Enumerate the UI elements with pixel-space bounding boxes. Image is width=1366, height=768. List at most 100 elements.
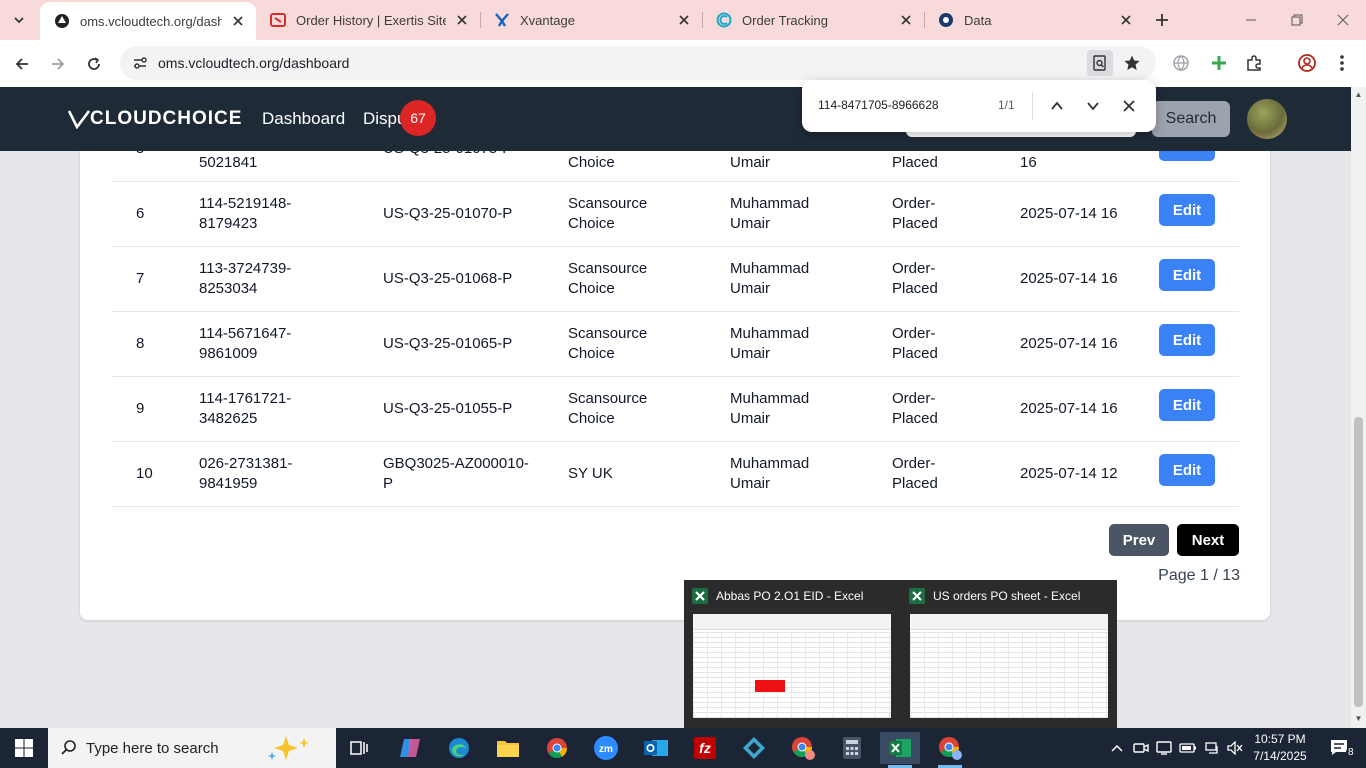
translate-icon[interactable] bbox=[1168, 50, 1194, 76]
next-page-button[interactable]: Next bbox=[1177, 524, 1239, 556]
prev-page-button[interactable]: Prev bbox=[1109, 524, 1169, 556]
find-in-page-icon[interactable] bbox=[1087, 50, 1113, 76]
notification-count: 8 bbox=[1346, 747, 1356, 758]
browser-menu-icon[interactable] bbox=[1329, 50, 1355, 76]
po-number: US-Q3-25-01055-P bbox=[383, 400, 513, 417]
minimize-button[interactable] bbox=[1236, 8, 1266, 32]
table-row: 9 114-1761721-3482625 US-Q3-25-01055-P S… bbox=[112, 377, 1239, 442]
date: 2025-07-14 16 bbox=[1020, 205, 1118, 222]
notification-center-button[interactable]: 8 bbox=[1320, 728, 1360, 768]
taskbar-search-placeholder: Type here to search bbox=[86, 739, 219, 757]
outlook-icon[interactable] bbox=[636, 732, 676, 764]
chrome-profile-icon[interactable] bbox=[783, 732, 823, 764]
edit-button[interactable]: Edit bbox=[1159, 389, 1215, 421]
preview-abbas-po[interactable]: Abbas PO 2.O1 EID - Excel bbox=[684, 580, 900, 728]
calculator-icon[interactable] bbox=[832, 732, 872, 764]
row-number: 8 bbox=[136, 335, 145, 352]
order-id: 113-3724739-8253034 bbox=[199, 260, 292, 297]
edge-icon[interactable] bbox=[439, 732, 479, 764]
tab-xvantage[interactable]: Xvantage bbox=[480, 0, 702, 40]
close-tab-icon[interactable] bbox=[898, 12, 914, 28]
tab-title: Order Tracking bbox=[742, 12, 828, 28]
display-icon[interactable] bbox=[1153, 728, 1175, 768]
close-tab-icon[interactable] bbox=[676, 12, 692, 28]
file-explorer-icon[interactable] bbox=[488, 732, 528, 764]
scroll-up-arrow-icon[interactable]: ▲ bbox=[1354, 90, 1363, 99]
status: Order-Placed bbox=[892, 325, 938, 362]
close-window-button[interactable] bbox=[1328, 8, 1358, 32]
po-number: US-Q3-25-01068-P bbox=[383, 270, 513, 287]
network-icon[interactable] bbox=[1201, 728, 1223, 768]
battery-icon[interactable] bbox=[1177, 728, 1199, 768]
edit-button[interactable]: Edit bbox=[1159, 259, 1215, 291]
tab-dashboard[interactable]: oms.vcloudtech.org/dashboard bbox=[40, 2, 256, 40]
address-bar[interactable]: oms.vcloudtech.org/dashboard bbox=[120, 46, 1156, 80]
preview-us-orders[interactable]: US orders PO sheet - Excel bbox=[901, 580, 1117, 728]
copilot-icon[interactable] bbox=[390, 732, 430, 764]
edit-button[interactable]: Edit bbox=[1159, 454, 1215, 486]
row-number: 5 bbox=[136, 151, 186, 181]
vendor: Scansource Choice bbox=[568, 260, 648, 297]
chrome-active-icon[interactable] bbox=[930, 732, 970, 768]
find-bar: 114-8471705-8966628 1/1 bbox=[802, 80, 1156, 132]
excel-taskbar-icon[interactable] bbox=[880, 732, 920, 768]
close-tab-icon[interactable] bbox=[1118, 12, 1134, 28]
close-tab-icon[interactable] bbox=[454, 12, 470, 28]
diamond-app-icon[interactable] bbox=[734, 732, 774, 764]
status: Placed bbox=[892, 154, 938, 171]
date: 2025-07-14 16 bbox=[1020, 400, 1118, 417]
volume-muted-icon[interactable] bbox=[1224, 728, 1246, 768]
page-scrollbar[interactable]: ▲ ▼ bbox=[1351, 87, 1366, 728]
header-search-button[interactable]: Search bbox=[1152, 101, 1230, 137]
find-match-count: 1/1 bbox=[998, 98, 1015, 112]
profile-icon[interactable] bbox=[1294, 50, 1320, 76]
find-previous-button[interactable] bbox=[1045, 94, 1069, 118]
find-next-button[interactable] bbox=[1081, 94, 1105, 118]
new-tab-button[interactable] bbox=[1150, 8, 1174, 32]
search-icon bbox=[61, 740, 76, 755]
meet-now-icon[interactable] bbox=[1130, 728, 1152, 768]
excel-icon bbox=[909, 588, 925, 604]
vendor: SY UK bbox=[568, 465, 613, 482]
zoom-icon[interactable]: zm bbox=[586, 732, 626, 764]
find-divider bbox=[1032, 92, 1033, 120]
plus-icon bbox=[1156, 14, 1168, 26]
restore-button[interactable] bbox=[1282, 8, 1312, 32]
order-id: 114-1761721-3482625 bbox=[199, 390, 292, 427]
extension-green-icon[interactable] bbox=[1206, 50, 1232, 76]
site-info-icon[interactable] bbox=[128, 51, 152, 75]
tray-overflow-icon[interactable] bbox=[1106, 728, 1128, 768]
system-clock[interactable]: 10:57 PM 7/14/2025 bbox=[1248, 731, 1312, 765]
close-tab-icon[interactable] bbox=[230, 13, 246, 29]
tab-search-button[interactable] bbox=[6, 8, 32, 32]
task-view-icon[interactable] bbox=[340, 732, 380, 764]
bookmark-star-icon[interactable] bbox=[1119, 50, 1145, 76]
taskbar-search-box[interactable]: Type here to search bbox=[48, 728, 336, 768]
nav-dashboard[interactable]: Dashboard bbox=[262, 109, 345, 129]
chrome-icon[interactable] bbox=[537, 732, 577, 764]
extensions-puzzle-icon[interactable] bbox=[1241, 50, 1267, 76]
scroll-down-arrow-icon[interactable]: ▼ bbox=[1354, 714, 1363, 723]
row-number: 6 bbox=[136, 205, 145, 222]
forward-button[interactable] bbox=[44, 50, 72, 78]
scroll-thumb[interactable] bbox=[1354, 417, 1363, 707]
tab-order-history[interactable]: Order History | Exertis Site bbox=[256, 0, 480, 40]
find-input[interactable]: 114-8471705-8966628 bbox=[818, 98, 939, 112]
reload-button[interactable] bbox=[80, 50, 108, 78]
tab-order-tracking[interactable]: Order Tracking bbox=[702, 0, 924, 40]
user: Muhammad Umair bbox=[730, 195, 810, 232]
date: 16 bbox=[1020, 154, 1037, 171]
avatar[interactable] bbox=[1247, 99, 1287, 139]
find-close-button[interactable] bbox=[1117, 94, 1141, 118]
filezilla-icon[interactable]: fz bbox=[685, 732, 725, 764]
edit-button[interactable]: Edit bbox=[1159, 194, 1215, 226]
start-button[interactable] bbox=[0, 728, 48, 768]
edit-button[interactable]: Edit bbox=[1159, 151, 1215, 161]
cloudchoice-logo[interactable]: CLOUDCHOICE bbox=[68, 107, 242, 131]
browser-toolbar: oms.vcloudtech.org/dashboard bbox=[0, 40, 1366, 87]
tab-data[interactable]: Data bbox=[924, 0, 1144, 40]
vendor: Scansource Choice bbox=[568, 325, 648, 362]
edit-button[interactable]: Edit bbox=[1159, 324, 1215, 356]
back-button[interactable] bbox=[8, 50, 36, 78]
page-indicator: Page 1 / 13 bbox=[1158, 567, 1240, 584]
